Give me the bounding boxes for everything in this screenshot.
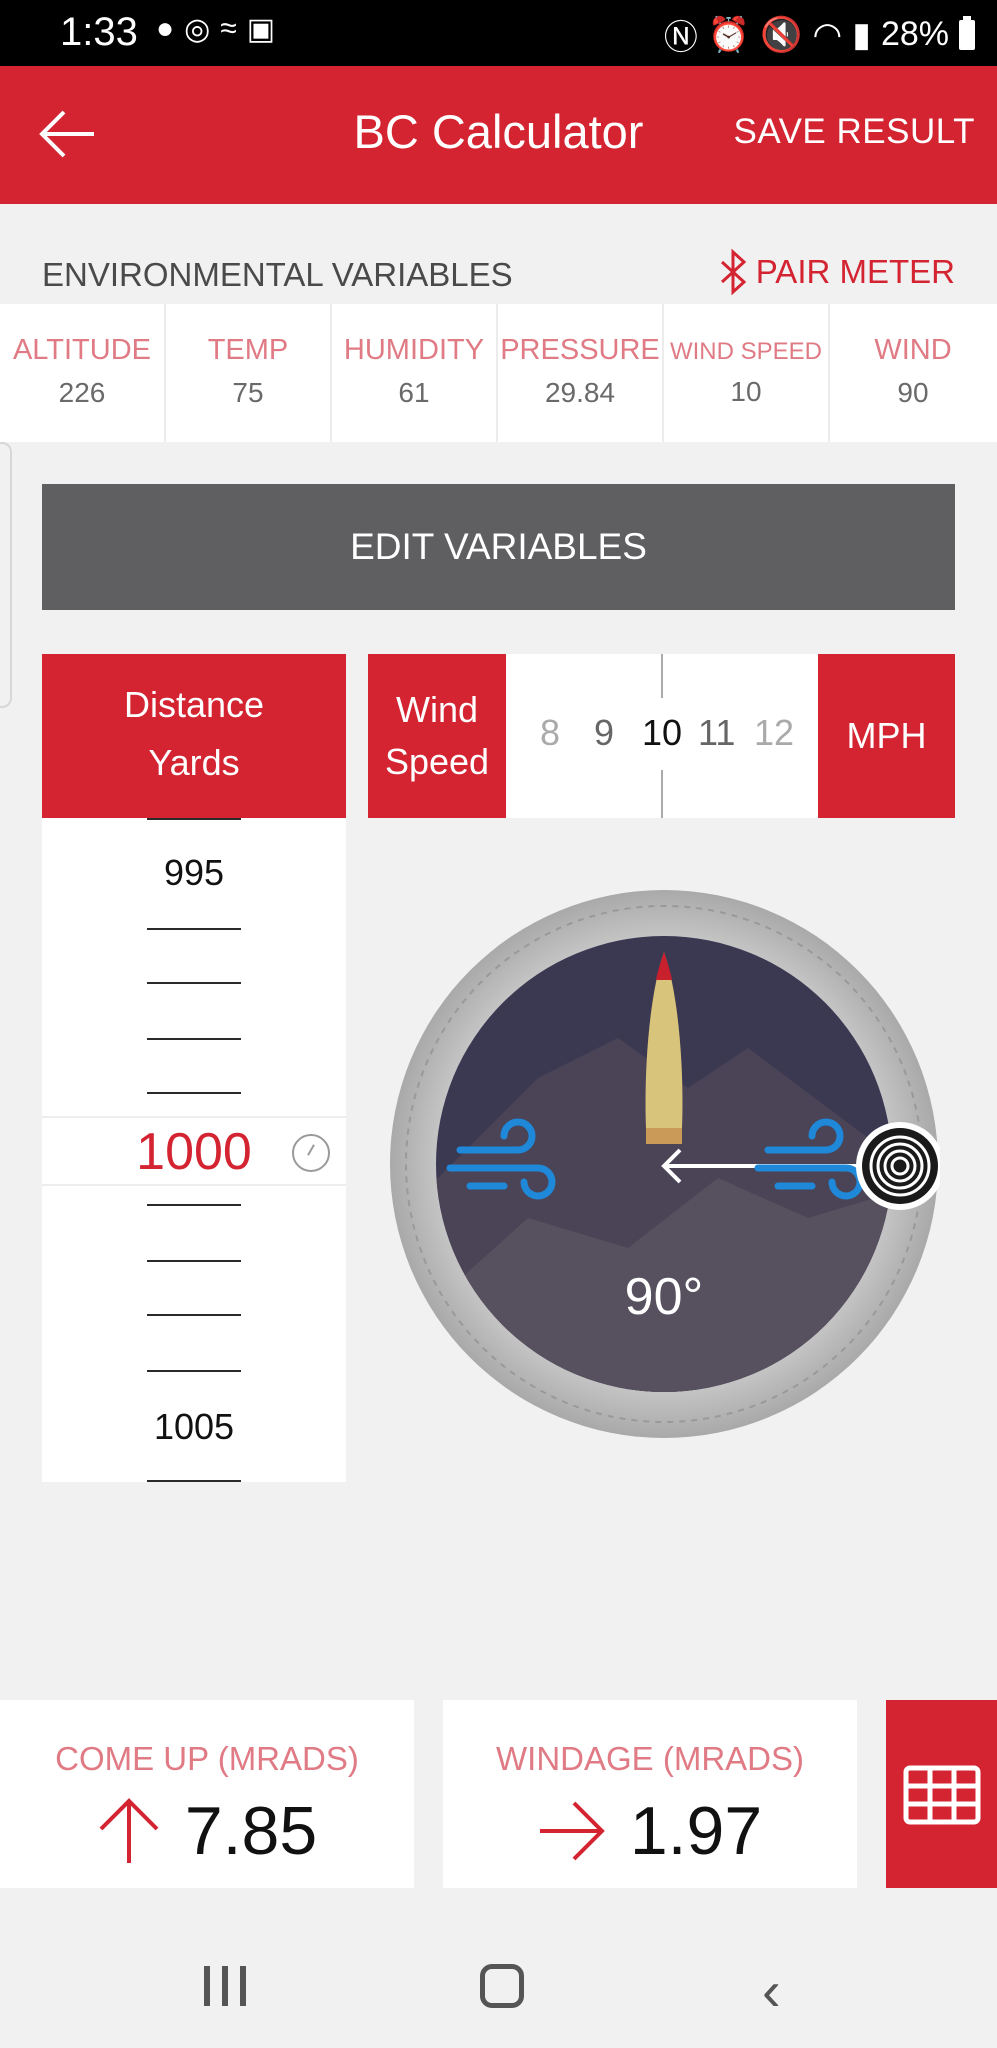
wind-angle-label: 90° [625, 1268, 704, 1326]
distance-picker[interactable]: 995 1000 1005 [42, 818, 346, 1482]
var-pressure[interactable]: PRESSURE 29.84 [498, 304, 664, 442]
recent-bar [204, 1966, 210, 2006]
bluetooth-icon [720, 248, 746, 296]
tick-mark [147, 1314, 241, 1316]
wind-option[interactable]: 8 [540, 712, 560, 754]
wind-speed-picker[interactable]: 8 9 10 11 12 [506, 654, 818, 818]
tick-mark [147, 1480, 241, 1482]
tick-mark [147, 1092, 241, 1094]
var-value: 10 [730, 376, 762, 407]
environment-variables-strip[interactable]: ALTITUDE 226 TEMP 75 HUMIDITY 61 PRESSUR… [0, 304, 997, 442]
var-label: TEMP [207, 334, 289, 366]
status-bar: 1:33 ● ◎ ≈ ▣ Ⓝ ⏰ 🔇 ◠ ▮ 28% [0, 0, 997, 66]
distance-header: Distance Yards [42, 654, 346, 818]
tick-mark [147, 1204, 241, 1206]
pair-meter-label: PAIR METER [755, 253, 955, 290]
arrow-up-icon [99, 1798, 159, 1863]
come-up-value-row: 7.85 [0, 1792, 414, 1870]
notification-icons: ● ◎ ≈ ▣ [156, 12, 275, 47]
wind-option[interactable]: 12 [754, 712, 794, 754]
var-label: WIND SPEED [669, 338, 822, 365]
wind-option-selected[interactable]: 10 [642, 712, 682, 754]
save-result-button[interactable]: SAVE RESULT [734, 112, 976, 152]
come-up-result-card: COME UP (MRADS) 7.85 [0, 1700, 414, 1888]
var-altitude[interactable]: ALTITUDE 226 [0, 304, 166, 442]
var-label: PRESSURE [500, 334, 660, 366]
distance-selected-row[interactable]: 1000 [42, 1116, 346, 1186]
windage-value-row: 1.97 [443, 1792, 857, 1870]
side-drawer-handle[interactable] [0, 442, 12, 708]
wind-option[interactable]: 9 [594, 712, 614, 754]
var-wind-direction[interactable]: WIND 90 [830, 304, 996, 442]
var-wind-speed[interactable]: WIND SPEED 10 [664, 304, 830, 442]
tick-mark [147, 818, 241, 820]
wind-speed-header-sub: Speed [384, 741, 490, 782]
wind-speed-header: Wind Speed [368, 654, 506, 818]
fingerprint-icon[interactable] [856, 1122, 940, 1210]
come-up-label: COME UP (MRADS) [55, 1740, 359, 1777]
wind-speed-header-label: Wind [395, 689, 479, 730]
grid-table-icon [903, 1765, 981, 1825]
picker-indicator [661, 770, 663, 818]
environmental-variables-heading: ENVIRONMENTAL VARIABLES [42, 256, 513, 293]
speedometer-icon[interactable] [292, 1134, 330, 1172]
var-value: 226 [58, 377, 106, 408]
battery-percent: 28% [880, 15, 949, 53]
distance-value-top[interactable]: 995 [42, 852, 346, 894]
tick-mark [147, 1260, 241, 1262]
app-icon: ≈ [220, 12, 237, 45]
tick-mark [147, 982, 241, 984]
alarm-icon: ⏰ [707, 15, 751, 54]
distance-header-unit: Yards [148, 742, 240, 783]
edit-variables-button[interactable]: EDIT VARIABLES [42, 484, 955, 610]
arrow-right-icon [539, 1801, 605, 1861]
app-bar: BC Calculator SAVE RESULT [0, 66, 997, 204]
recent-bar [240, 1966, 246, 2006]
wind-direction-dial[interactable]: 90° [388, 888, 940, 1440]
var-value: 29.84 [544, 377, 616, 408]
system-icons: Ⓝ ⏰ 🔇 ◠ ▮ 28% [664, 10, 975, 59]
var-value: 61 [398, 377, 430, 408]
windage-label: WINDAGE (MRADS) [496, 1740, 804, 1777]
pair-meter-button[interactable]: PAIR METER [716, 248, 955, 296]
system-nav-bar: ‹ [0, 1888, 997, 2048]
messenger-icon: ● [156, 12, 175, 45]
wifi-icon: ◠ [812, 15, 843, 54]
signal-icon: ▮ [852, 15, 871, 54]
come-up-value: 7.85 [184, 1793, 318, 1869]
battery-icon [959, 15, 975, 50]
wind-option[interactable]: 11 [698, 712, 735, 754]
var-label: HUMIDITY [343, 334, 485, 366]
status-time: 1:33 [60, 10, 138, 54]
chrome-icon: ◎ [184, 13, 211, 46]
var-humidity[interactable]: HUMIDITY 61 [332, 304, 498, 442]
distance-value-bottom[interactable]: 1005 [42, 1406, 346, 1448]
tick-mark [147, 1038, 241, 1040]
var-label: WIND [874, 334, 952, 366]
tick-mark [147, 928, 241, 930]
table-view-button[interactable] [886, 1700, 997, 1888]
var-label: ALTITUDE [12, 334, 152, 366]
windage-value: 1.97 [629, 1793, 763, 1869]
gallery-icon: ▣ [246, 13, 276, 46]
nfc-icon: Ⓝ [663, 19, 698, 57]
mute-icon: 🔇 [760, 15, 803, 54]
wind-unit-label: MPH [818, 654, 955, 818]
system-back-button[interactable]: ‹ [762, 1958, 781, 2023]
recent-apps-button[interactable] [204, 1966, 246, 2006]
recent-bar [222, 1966, 228, 2006]
var-value: 75 [232, 377, 264, 408]
picker-indicator [661, 654, 663, 698]
tick-mark [147, 1370, 241, 1372]
var-temp[interactable]: TEMP 75 [166, 304, 332, 442]
distance-header-label: Distance [123, 684, 265, 725]
windage-result-card: WINDAGE (MRADS) 1.97 [443, 1700, 857, 1888]
var-value: 90 [897, 377, 929, 408]
home-button[interactable] [480, 1964, 524, 2008]
